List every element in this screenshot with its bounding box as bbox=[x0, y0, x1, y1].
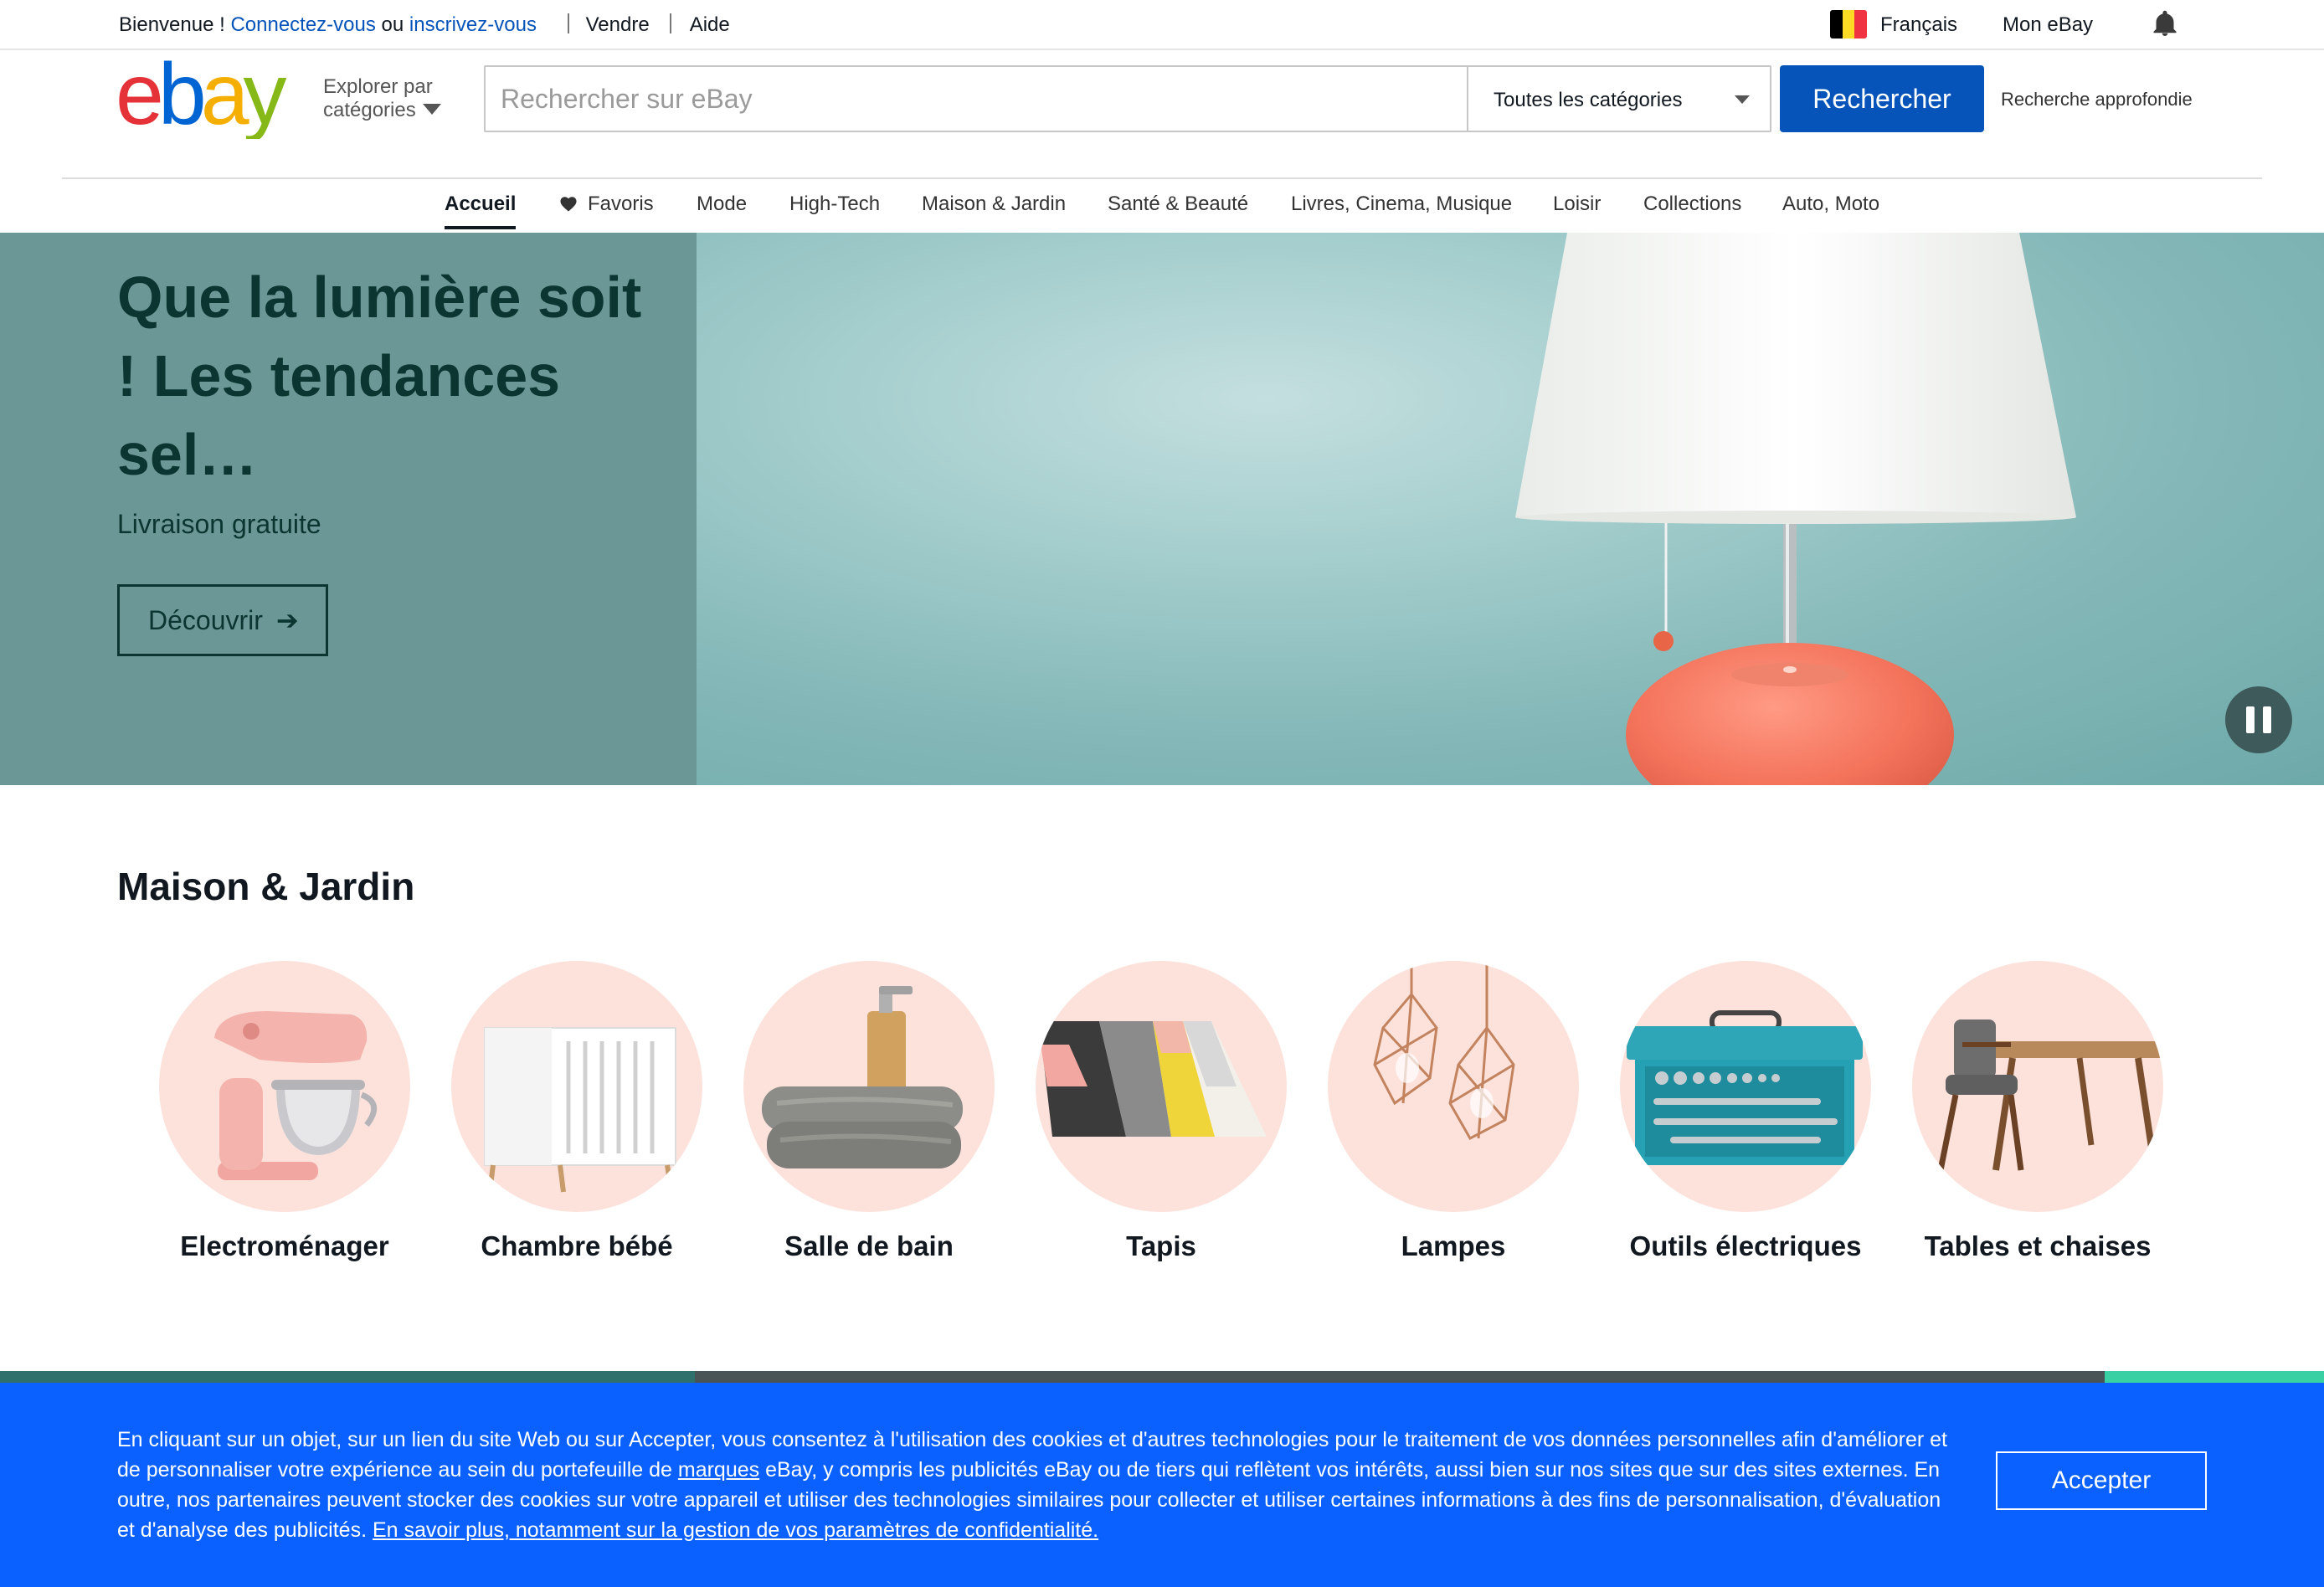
tile-image bbox=[1912, 961, 2163, 1212]
toolbox-icon bbox=[1627, 1010, 1863, 1165]
nav-item-livres[interactable]: Livres, Cinema, Musique bbox=[1291, 193, 1512, 216]
privacy-settings-link[interactable]: En savoir plus, notamment sur la gestion… bbox=[373, 1518, 1098, 1542]
tile-label: Tables et chaises bbox=[1924, 1230, 2152, 1261]
tile-label: Lampes bbox=[1401, 1230, 1506, 1261]
tile-image bbox=[159, 961, 410, 1212]
tile-label: Outils électriques bbox=[1629, 1230, 1862, 1261]
caret-down-icon bbox=[422, 104, 441, 115]
tile-electromenager[interactable]: Electroménager bbox=[151, 961, 419, 1279]
belgium-flag-icon[interactable] bbox=[1830, 10, 1867, 39]
brands-link[interactable]: marques bbox=[678, 1458, 759, 1482]
cookie-banner: En cliquant sur un objet, sur un lien du… bbox=[0, 1383, 2324, 1587]
hero-banner[interactable]: Que la lumière soit ! Les tendances sel…… bbox=[0, 233, 2324, 785]
tile-image bbox=[1620, 961, 1871, 1212]
search-input[interactable] bbox=[486, 67, 1467, 131]
tile-image bbox=[743, 961, 995, 1212]
or-text: ou bbox=[375, 13, 409, 36]
section-title: Maison & Jardin bbox=[117, 865, 415, 908]
nav-item-favoris[interactable]: Favoris bbox=[559, 193, 654, 216]
nav-item-collections[interactable]: Collections bbox=[1643, 193, 1741, 216]
tile-salle-de-bain[interactable]: Salle de bain bbox=[735, 961, 1003, 1279]
tile-image bbox=[1328, 961, 1579, 1212]
stand-mixer-icon bbox=[214, 1011, 378, 1180]
my-ebay-link[interactable]: Mon eBay bbox=[2003, 13, 2093, 37]
discover-button[interactable]: Découvrir ➔ bbox=[117, 584, 328, 656]
table-lamp-image bbox=[1515, 233, 2076, 785]
towels-soap-icon bbox=[762, 986, 963, 1168]
chevron-down-icon bbox=[1735, 95, 1750, 104]
language-selector[interactable]: Français bbox=[1880, 13, 1957, 37]
accept-cookies-button[interactable]: Accepter bbox=[1996, 1451, 2207, 1510]
ebay-logo[interactable]: ebay bbox=[116, 55, 313, 139]
register-link[interactable]: inscrivez-vous bbox=[409, 13, 537, 36]
bell-icon[interactable] bbox=[2150, 8, 2180, 39]
tile-tapis[interactable]: Tapis bbox=[1027, 961, 1295, 1279]
tile-image bbox=[451, 961, 702, 1212]
category-select-value: Toutes les catégories bbox=[1494, 89, 1683, 111]
divider bbox=[669, 13, 671, 33]
help-link[interactable]: Aide bbox=[690, 13, 730, 36]
table-chair-icon bbox=[1937, 1019, 2163, 1171]
explore-categories-button[interactable]: Explorer par catégories bbox=[323, 75, 441, 122]
welcome-text: Bienvenue ! bbox=[119, 13, 231, 36]
cookie-text: En cliquant sur un objet, sur un lien du… bbox=[117, 1425, 1959, 1545]
top-utility-bar: Bienvenue ! Connectez-vous ou inscrivez-… bbox=[0, 0, 2324, 50]
welcome-area: Bienvenue ! Connectez-vous ou inscrivez-… bbox=[119, 13, 730, 37]
category-nav: Accueil Favoris Mode High-Tech Maison & … bbox=[0, 179, 2324, 231]
advanced-search-link[interactable]: Recherche approfondie bbox=[2001, 89, 2193, 110]
discover-label: Découvrir bbox=[148, 605, 263, 635]
pause-carousel-button[interactable] bbox=[2225, 686, 2292, 753]
nav-item-loisir[interactable]: Loisir bbox=[1553, 193, 1601, 216]
search-button[interactable]: Rechercher bbox=[1780, 65, 1984, 132]
nav-item-label: Favoris bbox=[588, 193, 654, 215]
explore-line1: Explorer par bbox=[323, 75, 433, 98]
nav-item-high-tech[interactable]: High-Tech bbox=[789, 193, 880, 216]
tile-image bbox=[1036, 961, 1287, 1212]
sell-link[interactable]: Vendre bbox=[586, 13, 650, 36]
tile-label: Salle de bain bbox=[784, 1230, 954, 1261]
hero-subtitle: Livraison gratuite bbox=[117, 509, 321, 539]
hero-title: Que la lumière soit ! Les tendances sel… bbox=[117, 264, 642, 487]
divider bbox=[567, 13, 569, 33]
tile-label: Chambre bébé bbox=[481, 1230, 673, 1261]
nav-item-accueil[interactable]: Accueil bbox=[445, 193, 517, 229]
nav-item-auto-moto[interactable]: Auto, Moto bbox=[1782, 193, 1879, 216]
svg-text:ebay: ebay bbox=[116, 55, 287, 139]
nav-item-maison-jardin[interactable]: Maison & Jardin bbox=[922, 193, 1066, 216]
nav-item-sante-beaute[interactable]: Santé & Beauté bbox=[1108, 193, 1248, 216]
explore-line2: catégories bbox=[323, 99, 416, 121]
tile-label: Tapis bbox=[1126, 1230, 1196, 1261]
heart-icon bbox=[560, 197, 577, 212]
crib-icon bbox=[484, 1027, 676, 1193]
pendant-lamps-icon bbox=[1373, 961, 1515, 1140]
tile-label: Electroménager bbox=[180, 1230, 389, 1261]
category-select[interactable]: Toutes les catégories bbox=[1467, 67, 1770, 131]
category-tiles: Electroménager Chambre bébé Salle de bai… bbox=[0, 961, 2324, 1279]
tile-lampes[interactable]: Lampes bbox=[1319, 961, 1587, 1279]
arrow-right-icon: ➔ bbox=[275, 605, 299, 635]
pause-icon bbox=[2246, 706, 2255, 733]
signin-link[interactable]: Connectez-vous bbox=[230, 13, 375, 36]
search-box: Toutes les catégories bbox=[484, 65, 1771, 132]
tile-chambre-bebe[interactable]: Chambre bébé bbox=[443, 961, 711, 1279]
rug-icon bbox=[1039, 1021, 1267, 1137]
tile-outils-electriques[interactable]: Outils électriques bbox=[1612, 961, 1879, 1279]
nav-item-mode[interactable]: Mode bbox=[697, 193, 747, 216]
pause-icon bbox=[2263, 706, 2271, 733]
tile-tables-chaises[interactable]: Tables et chaises bbox=[1904, 961, 2172, 1279]
